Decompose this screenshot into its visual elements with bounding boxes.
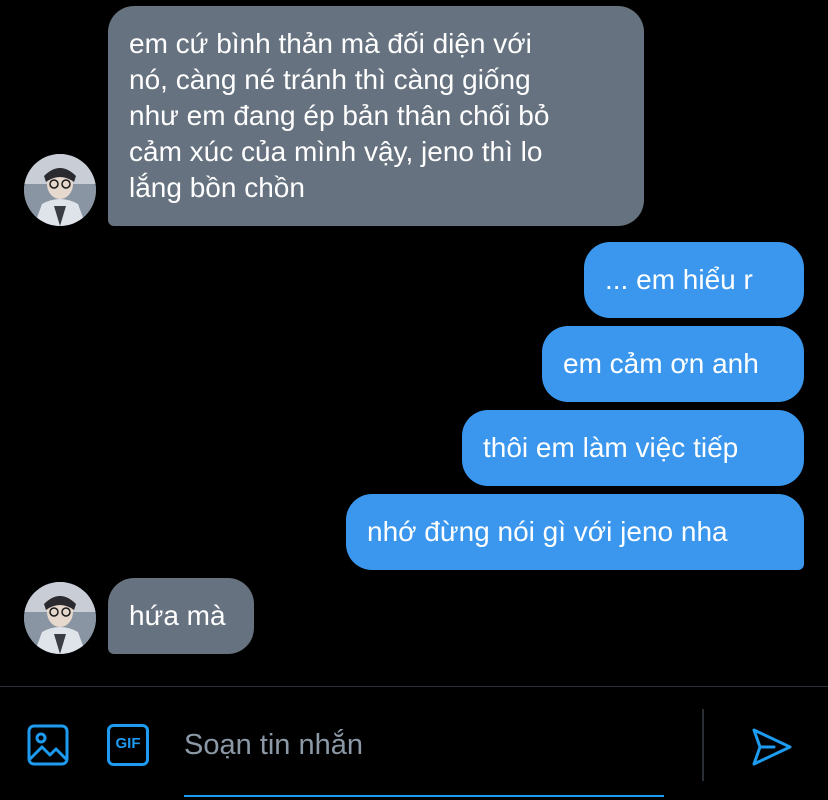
message-line: cảm xúc của mình vậy, jeno thì lo [129,136,543,167]
message-input-wrapper [184,709,664,797]
message-text: nhớ đừng nói gì với jeno nha [367,516,728,547]
outgoing-message[interactable]: nhớ đừng nói gì với jeno nha [346,494,804,570]
gif-icon[interactable]: GIF [106,723,150,767]
avatar[interactable] [24,582,96,654]
message-text: em cảm ơn anh [563,348,759,379]
incoming-message[interactable]: em cứ bình thản mà đối diện với nó, càng… [108,6,644,226]
outgoing-message[interactable]: em cảm ơn anh [542,326,804,402]
message-line: nó, càng né tránh thì càng giống [129,64,531,95]
avatar[interactable] [24,154,96,226]
message-line: như em đang ép bản thân chối bỏ [129,100,550,131]
divider [702,709,704,781]
incoming-message[interactable]: hứa mà [108,578,254,654]
composer-bar: GIF [0,686,828,800]
gif-label: GIF [115,735,141,752]
message-line: lắng bồn chồn [129,172,305,203]
image-icon[interactable] [26,723,70,767]
outgoing-message[interactable]: ... em hiểu r [584,242,804,318]
message-line: em cứ bình thản mà đối diện với [129,28,532,59]
message-text: thôi em làm việc tiếp [483,432,739,463]
message-text: hứa mà [129,600,226,631]
avatar-image [24,582,96,654]
outgoing-message[interactable]: thôi em làm việc tiếp [462,410,804,486]
message-text: ... em hiểu r [605,264,753,295]
message-input[interactable] [184,723,664,767]
send-icon[interactable] [750,725,794,769]
message-thread: em cứ bình thản mà đối diện với nó, càng… [0,0,828,686]
avatar-image [24,154,96,226]
